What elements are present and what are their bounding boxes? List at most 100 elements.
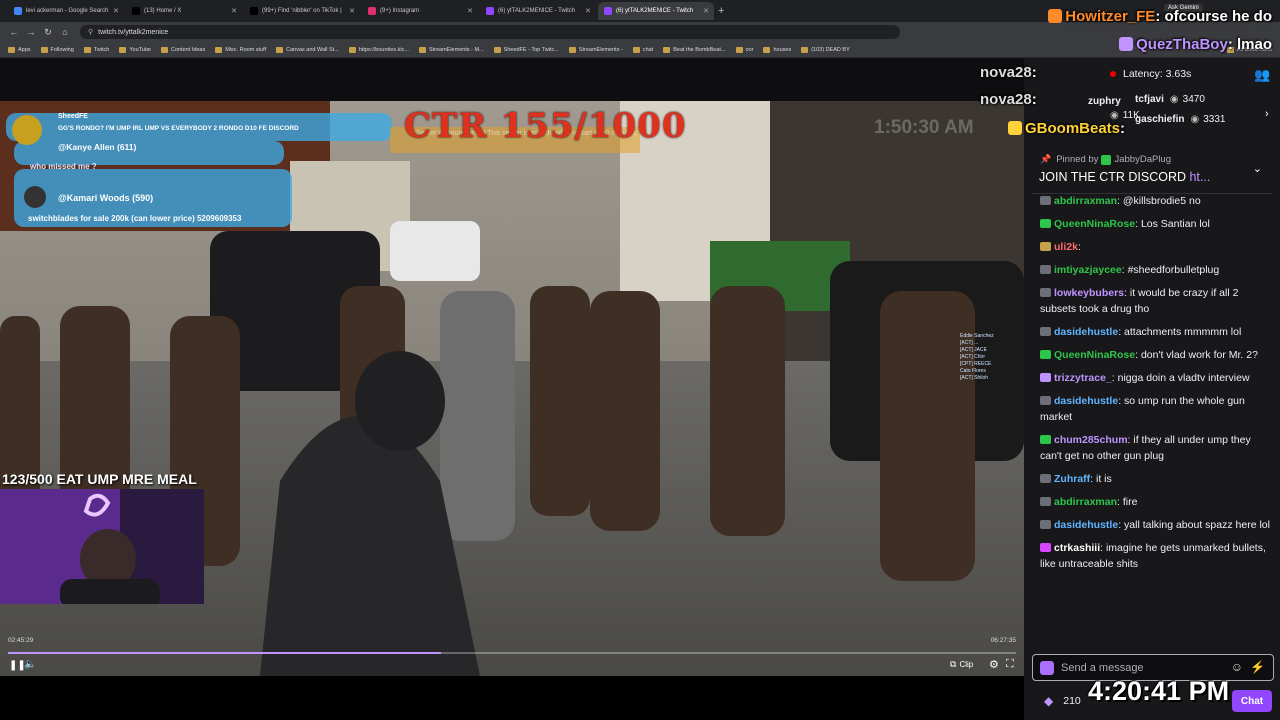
emote-picker-icon[interactable]: ☺ bbox=[1231, 660, 1243, 674]
bookmark-item[interactable]: houses bbox=[763, 46, 792, 53]
clip-icon: ⧉ bbox=[950, 659, 957, 669]
bits-icon[interactable] bbox=[1040, 661, 1054, 675]
hud-player-name: Eddie Sanchez bbox=[960, 333, 994, 339]
bookmark-item[interactable]: chat bbox=[632, 46, 653, 53]
bookmark-item[interactable]: (103) DEAD BY bbox=[801, 46, 850, 53]
close-tab-icon[interactable]: ✕ bbox=[467, 7, 473, 15]
bookmark-item[interactable]: Beat the BombBeat... bbox=[663, 46, 726, 53]
reload-icon[interactable]: ↻ bbox=[42, 27, 54, 38]
bookmark-item[interactable]: Following bbox=[40, 46, 74, 53]
chat-message: lowkeybubers: it would be crazy if all 2… bbox=[1040, 285, 1270, 317]
seek-bar[interactable] bbox=[8, 652, 1016, 654]
video-player[interactable]: SheedFE GG'S RONDO? I'M UMP IRL UMP VS E… bbox=[0, 101, 1024, 676]
ingame-clock: 1:50:30 AM bbox=[874, 117, 974, 138]
home-icon[interactable]: ⌂ bbox=[59, 27, 71, 37]
chat-username[interactable]: lowkeybubers bbox=[1054, 287, 1124, 299]
bookmark-item[interactable]: oor bbox=[735, 46, 753, 53]
chat-badge-icon[interactable] bbox=[1040, 350, 1051, 359]
bookmark-item[interactable]: StreamElements - M... bbox=[418, 46, 484, 53]
bookmark-item[interactable]: YouTube bbox=[119, 46, 151, 53]
community-icon[interactable]: 👥 bbox=[1254, 67, 1270, 83]
chat-text: attachments mmmmm lol bbox=[1124, 326, 1242, 338]
chat-badge-icon[interactable] bbox=[1040, 288, 1051, 297]
chat-username[interactable]: QueenNinaRose bbox=[1054, 349, 1135, 361]
chat-username[interactable]: imtiyazjaycee bbox=[1054, 264, 1122, 276]
new-tab-button[interactable]: + bbox=[718, 5, 724, 17]
chat-username[interactable]: ctrkashiii bbox=[1054, 542, 1100, 554]
tab-favicon-icon bbox=[604, 7, 612, 15]
bookmark-item[interactable]: Twitch bbox=[83, 46, 109, 53]
top-chatter[interactable]: zuphry bbox=[1088, 96, 1121, 107]
url-text: twitch.tv/yttalk2menice bbox=[98, 28, 169, 36]
chat-username[interactable]: trizzytrace_ bbox=[1054, 372, 1112, 384]
chat-username[interactable]: uli2k bbox=[1054, 241, 1078, 253]
bookmark-icon bbox=[632, 46, 640, 53]
chat-username[interactable]: dasidehustle bbox=[1054, 326, 1118, 338]
settings-gear-icon[interactable]: ⚙ bbox=[989, 658, 999, 671]
chat-badge-icon[interactable] bbox=[1040, 373, 1051, 382]
browser-tab[interactable]: (6) ytTALK2MENICE - Twitch ✕ bbox=[598, 2, 714, 20]
chat-username[interactable]: dasidehustle bbox=[1054, 519, 1118, 531]
chevron-right-icon[interactable]: › bbox=[1265, 108, 1269, 120]
volume-icon[interactable]: 🔈 bbox=[24, 659, 36, 670]
chat-username[interactable]: Zuhraff bbox=[1054, 473, 1090, 485]
browser-tab[interactable]: (13) Home / X ✕ bbox=[126, 2, 242, 20]
browser-tab[interactable]: levi ackerman - Google Search ✕ bbox=[8, 2, 124, 20]
chat-badge-icon[interactable] bbox=[1040, 265, 1051, 274]
clip-button[interactable]: ⧉ Clip bbox=[950, 659, 973, 670]
chat-text: #sheedforbulletplug bbox=[1127, 264, 1220, 276]
bookmark-icon bbox=[276, 46, 284, 53]
site-info-icon[interactable]: ⚲ bbox=[88, 28, 93, 36]
forward-icon[interactable]: → bbox=[25, 27, 37, 37]
bookmark-item[interactable]: Misc. Room stuff bbox=[215, 46, 266, 53]
bookmark-icon bbox=[418, 46, 426, 53]
bookmark-label: YouTube bbox=[129, 46, 151, 53]
chat-badge-icon[interactable] bbox=[1040, 520, 1051, 529]
chat-badge-icon[interactable] bbox=[1040, 327, 1051, 336]
close-tab-icon[interactable]: ✕ bbox=[585, 7, 591, 15]
chat-username[interactable]: abdirraxman bbox=[1054, 195, 1117, 207]
back-icon[interactable]: ← bbox=[8, 27, 20, 37]
channel-points[interactable]: ◆ 210 bbox=[1044, 694, 1081, 708]
fullscreen-icon[interactable]: ⛶ bbox=[1006, 658, 1014, 671]
browser-tab[interactable]: (99+) Find 'nibbler' on TikTok | ✕ bbox=[244, 2, 360, 20]
bookmark-label: houses bbox=[773, 46, 792, 53]
channel-points-icon: ◆ bbox=[1044, 694, 1054, 708]
chat-badge-icon[interactable] bbox=[1040, 543, 1051, 552]
close-tab-icon[interactable]: ✕ bbox=[703, 7, 709, 15]
chat-username[interactable]: QueenNinaRose bbox=[1054, 218, 1135, 230]
bookmark-item[interactable]: https://bounties.kic... bbox=[348, 46, 409, 53]
pinned-message[interactable]: 📌 Pinned by JabbyDaPlug JOIN THE CTR DISCO… bbox=[1032, 149, 1272, 194]
bookmark-item[interactable]: StreamElements - bbox=[568, 46, 623, 53]
browser-tab[interactable]: (9+) Instagram ✕ bbox=[362, 2, 478, 20]
bookmark-item[interactable]: Canvas and Wall St... bbox=[276, 46, 339, 53]
raid-row[interactable]: tcfjavi ◉ 3470 bbox=[1135, 94, 1205, 105]
tab-title: (6) ytTALK2MENICE - Twitch bbox=[498, 8, 576, 14]
chat-badge-icon[interactable] bbox=[1040, 497, 1051, 506]
chat-username[interactable]: abdirraxman bbox=[1054, 496, 1117, 508]
chat-input-placeholder: Send a message bbox=[1061, 662, 1144, 674]
close-tab-icon[interactable]: ✕ bbox=[113, 7, 119, 15]
live-dot-icon bbox=[1110, 71, 1116, 77]
chat-badge-icon[interactable] bbox=[1040, 219, 1051, 228]
chat-username[interactable]: chum285chum bbox=[1054, 434, 1128, 446]
bookmark-item[interactable]: Apps bbox=[8, 46, 31, 53]
bookmark-item[interactable]: Content Ideas bbox=[161, 46, 205, 53]
command-icon[interactable]: ⚡ bbox=[1250, 660, 1265, 674]
overlay-chat-text: ofcourse he do bbox=[1164, 8, 1272, 25]
url-field[interactable]: ⚲ twitch.tv/yttalk2menice bbox=[80, 25, 900, 39]
raid-row[interactable]: gaschiefin ◉ 3331 bbox=[1135, 114, 1225, 125]
chat-message: dasidehustle: so ump run the whole gun m… bbox=[1040, 393, 1270, 425]
chat-badge-icon[interactable] bbox=[1040, 435, 1051, 444]
chat-username[interactable]: dasidehustle bbox=[1054, 395, 1118, 407]
close-tab-icon[interactable]: ✕ bbox=[349, 7, 355, 15]
browser-tab[interactable]: (6) ytTALK2MENICE - Twitch ✕ bbox=[480, 2, 596, 20]
chat-send-button[interactable]: Chat bbox=[1232, 690, 1272, 712]
close-tab-icon[interactable]: ✕ bbox=[231, 7, 237, 15]
chevron-down-icon[interactable]: ⌄ bbox=[1253, 162, 1262, 175]
chat-badge-icon[interactable] bbox=[1040, 242, 1051, 251]
chat-badge-icon[interactable] bbox=[1040, 196, 1051, 205]
bookmark-item[interactable]: SheedFE - Top Twitc... bbox=[493, 46, 559, 53]
chat-badge-icon[interactable] bbox=[1040, 396, 1051, 405]
chat-badge-icon[interactable] bbox=[1040, 474, 1051, 483]
